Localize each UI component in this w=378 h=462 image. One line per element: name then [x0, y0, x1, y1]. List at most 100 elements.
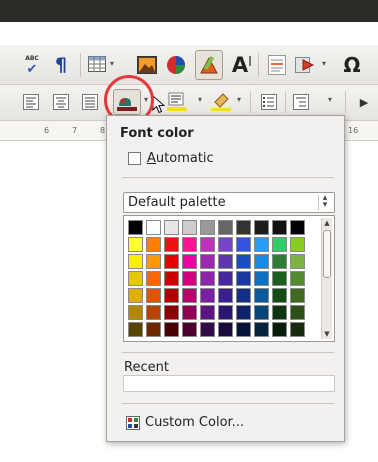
color-swatch[interactable]: [128, 322, 143, 337]
color-swatch[interactable]: [182, 322, 197, 337]
color-swatch[interactable]: [290, 237, 305, 252]
color-swatch[interactable]: [200, 288, 215, 303]
color-swatch[interactable]: [146, 254, 161, 269]
color-swatch[interactable]: [254, 288, 269, 303]
color-swatch[interactable]: [290, 288, 305, 303]
color-swatch[interactable]: [146, 288, 161, 303]
color-swatch[interactable]: [164, 237, 179, 252]
insert-field-button[interactable]: [266, 53, 288, 77]
color-swatch[interactable]: [128, 237, 143, 252]
table-dropdown-icon[interactable]: ▾: [110, 59, 114, 68]
color-swatch[interactable]: [254, 271, 269, 286]
color-swatch[interactable]: [200, 322, 215, 337]
color-swatch[interactable]: [218, 271, 233, 286]
color-swatch[interactable]: [236, 254, 251, 269]
color-swatch[interactable]: [236, 237, 251, 252]
background-dropdown-icon[interactable]: ▾: [237, 95, 241, 104]
color-swatch[interactable]: [218, 254, 233, 269]
color-swatch[interactable]: [200, 271, 215, 286]
color-swatch[interactable]: [218, 322, 233, 337]
color-swatch[interactable]: [236, 322, 251, 337]
color-swatch[interactable]: [290, 322, 305, 337]
color-swatch[interactable]: [164, 305, 179, 320]
color-swatch[interactable]: [218, 305, 233, 320]
color-swatch[interactable]: [218, 288, 233, 303]
numbering-button[interactable]: [258, 91, 280, 113]
color-swatch[interactable]: [236, 271, 251, 286]
toolbar-overflow-button[interactable]: ▶: [355, 91, 373, 113]
automatic-option[interactable]: Automatic: [128, 151, 214, 166]
color-swatch[interactable]: [128, 254, 143, 269]
highlighting-button[interactable]: [166, 91, 188, 113]
color-swatch[interactable]: [164, 254, 179, 269]
outline-button[interactable]: [290, 91, 312, 113]
color-swatch[interactable]: [182, 305, 197, 320]
color-swatch[interactable]: [146, 305, 161, 320]
color-swatch[interactable]: [146, 271, 161, 286]
color-swatch[interactable]: [128, 305, 143, 320]
align-center-button[interactable]: [51, 91, 71, 113]
scroll-thumb[interactable]: [323, 230, 331, 278]
color-swatch[interactable]: [146, 237, 161, 252]
color-swatch[interactable]: [182, 288, 197, 303]
color-swatch[interactable]: [272, 305, 287, 320]
color-swatch[interactable]: [272, 288, 287, 303]
color-swatch[interactable]: [164, 220, 179, 235]
color-swatch[interactable]: [146, 322, 161, 337]
color-swatch[interactable]: [236, 288, 251, 303]
color-swatch[interactable]: [272, 237, 287, 252]
color-swatch[interactable]: [200, 220, 215, 235]
automatic-checkbox[interactable]: [128, 152, 141, 165]
color-swatch[interactable]: [254, 322, 269, 337]
color-swatch[interactable]: [272, 254, 287, 269]
color-swatch[interactable]: [218, 220, 233, 235]
color-swatch[interactable]: [236, 220, 251, 235]
color-swatch[interactable]: [236, 305, 251, 320]
color-swatch[interactable]: [128, 288, 143, 303]
color-swatch[interactable]: [164, 271, 179, 286]
background-color-button[interactable]: [210, 91, 232, 113]
color-swatch[interactable]: [254, 305, 269, 320]
palette-select[interactable]: Default palette ▴ ▾: [123, 192, 335, 213]
insert-chart-button[interactable]: [165, 54, 187, 76]
color-swatch[interactable]: [182, 237, 197, 252]
color-swatch[interactable]: [290, 271, 305, 286]
color-swatch[interactable]: [146, 220, 161, 235]
color-swatch[interactable]: [254, 254, 269, 269]
color-swatch[interactable]: [182, 254, 197, 269]
fontwork-button[interactable]: A I: [228, 53, 252, 77]
justify-button[interactable]: [80, 91, 100, 113]
highlight-dropdown-icon[interactable]: ▾: [198, 95, 202, 104]
table-button[interactable]: [87, 54, 107, 74]
draw-functions-button[interactable]: [195, 50, 223, 80]
color-swatch[interactable]: [272, 271, 287, 286]
color-swatch[interactable]: [290, 254, 305, 269]
color-swatch[interactable]: [272, 220, 287, 235]
color-swatch[interactable]: [200, 254, 215, 269]
insert-hyperlink-button[interactable]: [294, 53, 318, 77]
color-swatch[interactable]: [182, 271, 197, 286]
scroll-down-icon[interactable]: ▼: [322, 329, 332, 339]
special-character-button[interactable]: Ω: [340, 53, 364, 77]
formatting-marks-button[interactable]: ¶: [50, 53, 72, 77]
custom-color-button[interactable]: Custom Color...: [126, 415, 244, 430]
color-swatch[interactable]: [290, 220, 305, 235]
color-swatch[interactable]: [128, 271, 143, 286]
color-swatch[interactable]: [254, 220, 269, 235]
align-left-button[interactable]: [21, 91, 41, 113]
scroll-up-icon[interactable]: ▲: [322, 218, 332, 228]
color-swatch[interactable]: [128, 220, 143, 235]
color-swatch[interactable]: [200, 305, 215, 320]
color-swatch[interactable]: [290, 305, 305, 320]
color-swatch[interactable]: [200, 237, 215, 252]
color-swatch[interactable]: [182, 220, 197, 235]
swatch-scrollbar[interactable]: ▲ ▼: [321, 218, 332, 339]
outline-dropdown-icon[interactable]: ▾: [328, 95, 332, 104]
insert-image-button[interactable]: [136, 54, 158, 76]
hyperlink-dropdown-icon[interactable]: ▾: [322, 59, 326, 68]
color-swatch[interactable]: [254, 237, 269, 252]
spellcheck-button[interactable]: ABC ✔: [20, 53, 44, 77]
color-swatch[interactable]: [164, 322, 179, 337]
color-swatch[interactable]: [164, 288, 179, 303]
color-swatch[interactable]: [218, 237, 233, 252]
